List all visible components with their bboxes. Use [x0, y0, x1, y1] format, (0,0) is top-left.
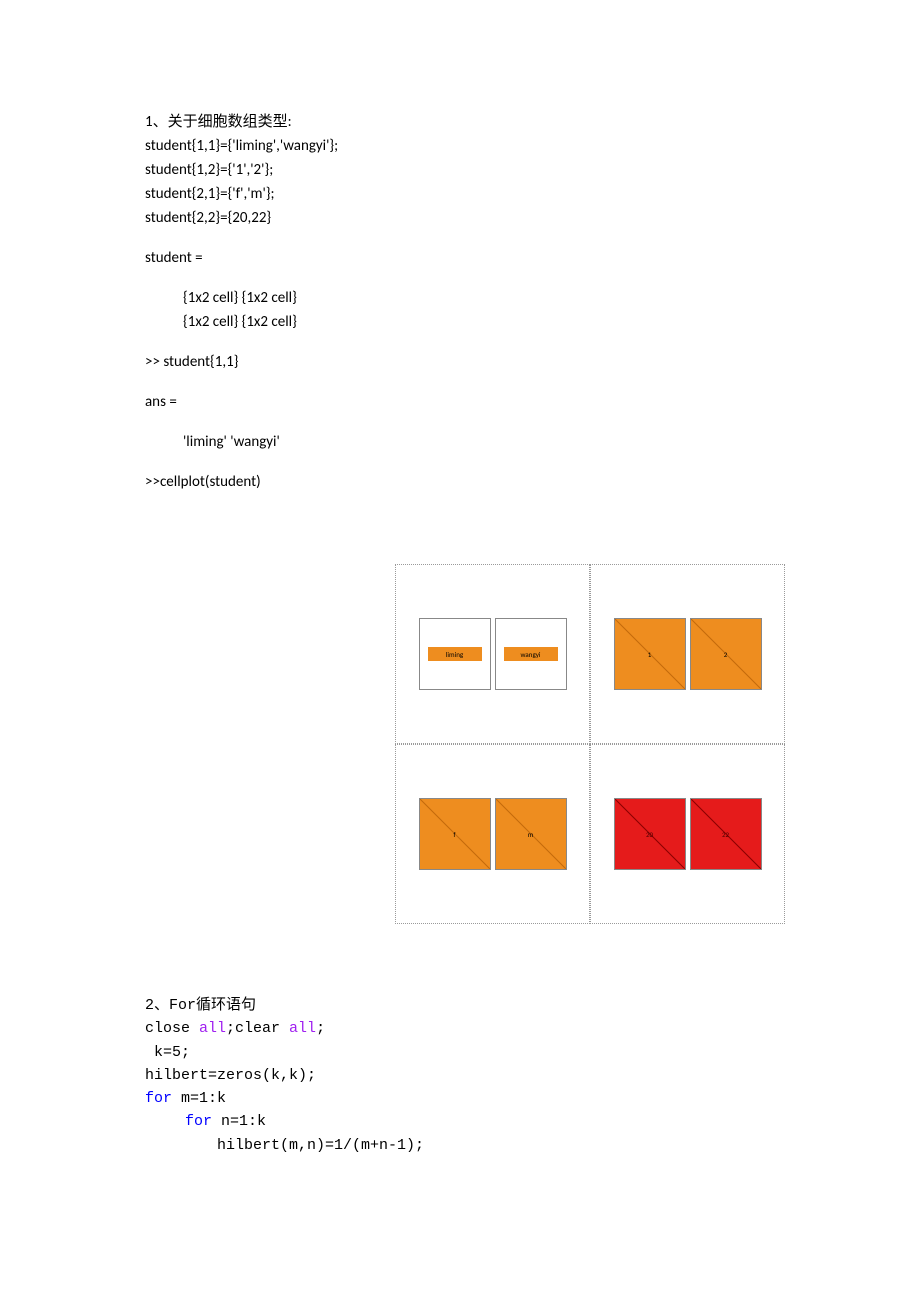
ans-label: ans =: [145, 390, 775, 414]
cell-label: m: [528, 830, 534, 839]
cell-22: 22: [690, 798, 762, 870]
cell-f: f: [419, 798, 491, 870]
cell-label: 20: [646, 830, 653, 839]
cellplot-quad-1: liming wangyi: [395, 564, 590, 744]
cell-m: m: [495, 798, 567, 870]
cell-2: 2: [690, 618, 762, 690]
prompt: >> student{1,1}: [145, 350, 775, 374]
cell-label: 2: [724, 650, 728, 659]
code-line: student{2,1}={'f','m'};: [145, 182, 775, 206]
code-line: close all;clear all;: [145, 1017, 775, 1040]
ans-value: 'liming' 'wangyi': [145, 430, 775, 454]
code-line: student{1,1}={'liming','wangyi'};: [145, 134, 775, 158]
cell-1: 1: [614, 618, 686, 690]
code-line: hilbert(m,n)=1/(m+n-1);: [145, 1134, 775, 1157]
cell-20: 20: [614, 798, 686, 870]
output-row: {1x2 cell} {1x2 cell}: [145, 310, 775, 334]
cellplot-quad-2: 1 2: [590, 564, 785, 744]
output-row: {1x2 cell} {1x2 cell}: [145, 286, 775, 310]
cellplot-quad-4: 20 22: [590, 744, 785, 924]
cell-label: wangyi: [520, 650, 540, 659]
section2-title: 2、For循环语句: [145, 994, 775, 1017]
cell-label: 1: [648, 650, 652, 659]
code-line: for m=1:k: [145, 1087, 775, 1110]
code-line: hilbert=zeros(k,k);: [145, 1064, 775, 1087]
code-line: for n=1:k: [145, 1110, 775, 1133]
section1-title: 1、关于细胞数组类型:: [145, 110, 775, 134]
output-label: student =: [145, 246, 775, 270]
cell-liming: liming: [419, 618, 491, 690]
cell-label: liming: [446, 650, 463, 659]
cellplot-quad-3: f m: [395, 744, 590, 924]
code-line: k=5;: [145, 1041, 775, 1064]
code-line: student{1,2}={'1','2'};: [145, 158, 775, 182]
code-line: student{2,2}={20,22}: [145, 206, 775, 230]
cell-label: f: [453, 830, 455, 839]
prompt: >>cellplot(student): [145, 470, 775, 494]
cell-label: 22: [722, 830, 729, 839]
cellplot-figure: liming wangyi 1: [395, 564, 785, 924]
cell-wangyi: wangyi: [495, 618, 567, 690]
